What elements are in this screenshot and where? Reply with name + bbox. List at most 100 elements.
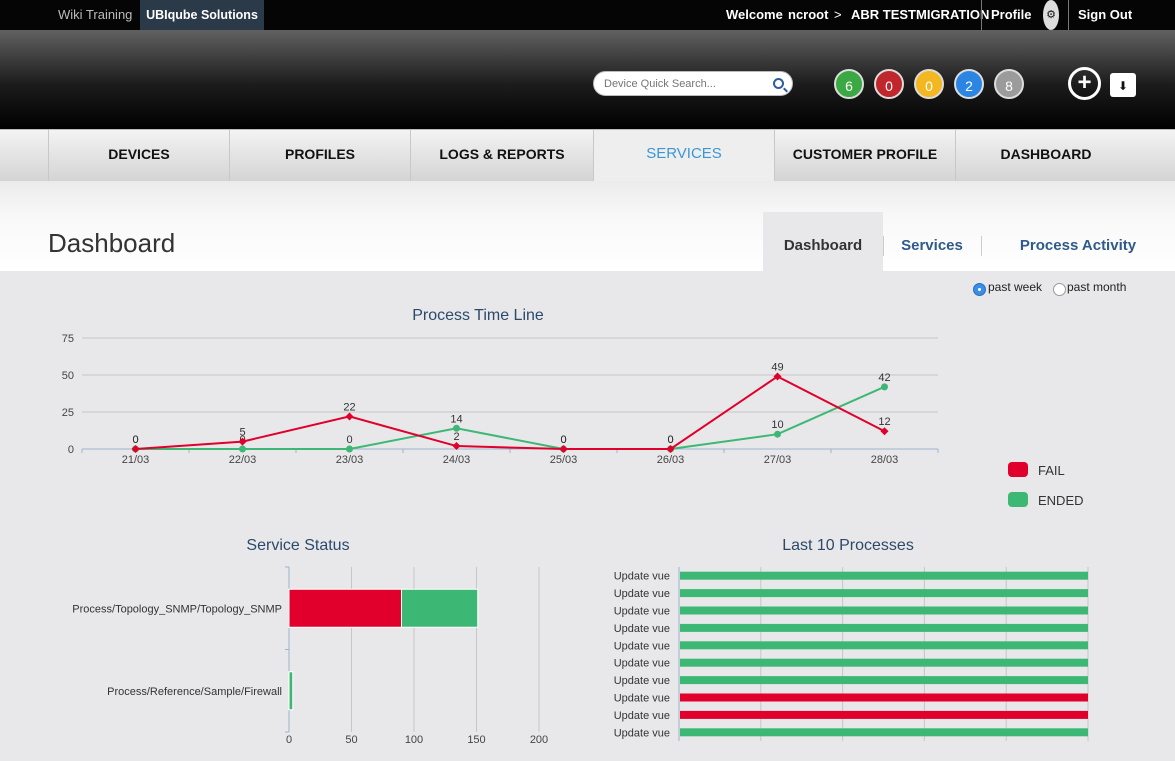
data-point-ended[interactable] (881, 383, 888, 391)
notification-badge[interactable]: 6 (834, 69, 864, 99)
process-bar-ended[interactable] (680, 641, 1088, 650)
data-label: 12 (878, 416, 890, 428)
chart-title-service-status: Service Status (246, 537, 350, 554)
x-tick-label: 27/03 (764, 454, 792, 466)
search-icon[interactable] (773, 78, 784, 89)
legend-label-ended: ENDED (1038, 493, 1084, 508)
data-label: 0 (667, 434, 673, 446)
notification-badge[interactable]: 0 (874, 69, 904, 99)
nav-item-services[interactable]: SERVICES (593, 130, 774, 186)
x-tick-label: 50 (345, 734, 357, 746)
data-point-fail[interactable] (880, 427, 889, 436)
data-point-fail[interactable] (559, 445, 568, 453)
x-tick-label: 25/03 (550, 454, 578, 466)
process-label: Update vue (614, 693, 670, 705)
process-bar-ended[interactable] (680, 571, 1088, 580)
process-label: Update vue (614, 640, 670, 652)
nav-item-devices[interactable]: DEVICES (48, 130, 229, 182)
data-label: 42 (878, 372, 890, 384)
gear-icon[interactable]: ⚙ (1043, 0, 1059, 30)
y-tick-label: 75 (62, 333, 74, 345)
process-bar-fail[interactable] (680, 693, 1088, 702)
divider (981, 0, 982, 30)
bar-ended[interactable] (288, 671, 294, 711)
radio-past-week[interactable] (973, 283, 986, 296)
subtab-services[interactable]: Services (883, 212, 981, 272)
x-tick-label: 28/03 (871, 454, 899, 466)
x-tick-label: 22/03 (229, 454, 257, 466)
chart-title-last-processes: Last 10 Processes (782, 537, 914, 554)
data-label: 49 (771, 361, 783, 373)
data-label: 0 (132, 434, 138, 446)
y-tick-label: 25 (62, 407, 74, 419)
folder-download-icon[interactable]: ⬇ (1110, 73, 1136, 97)
notification-badge[interactable]: 2 (954, 69, 984, 99)
nav-item-dashboard[interactable]: DASHBOARD (955, 130, 1136, 182)
radio-past-month-label[interactable]: past month (1067, 280, 1126, 294)
divider (1068, 0, 1069, 30)
tab-organization[interactable]: UBIqube Solutions (140, 0, 264, 30)
process-bar-ended[interactable] (680, 728, 1088, 737)
data-point-ended[interactable] (346, 445, 353, 453)
process-label: Update vue (614, 606, 670, 618)
data-point-fail[interactable] (345, 412, 354, 421)
x-tick-label: 21/03 (122, 454, 150, 466)
breadcrumb-separator: > (834, 7, 842, 22)
process-bar-ended[interactable] (680, 606, 1088, 615)
category-label: Process/Topology_SNMP/Topology_SNMP (72, 603, 282, 615)
subtab-process-activity[interactable]: Process Activity (981, 212, 1175, 272)
nav-item-logs-reports[interactable]: LOGS & REPORTS (410, 130, 593, 182)
bar-ended[interactable] (401, 588, 479, 628)
process-bar-fail[interactable] (680, 710, 1088, 719)
device-search[interactable] (593, 71, 793, 96)
process-label: Update vue (614, 571, 670, 583)
x-tick-label: 100 (405, 734, 423, 746)
process-label: Update vue (614, 588, 670, 600)
radio-past-week-label[interactable]: past week (988, 280, 1042, 294)
x-tick-label: 23/03 (336, 454, 364, 466)
user-name[interactable]: ncroot (788, 0, 828, 30)
process-timeline-chart: 025507521/03 22/03 23/03 24/03 25/03 26/03 27/… (62, 333, 939, 466)
tenant-name[interactable]: ABR TESTMIGRATION (851, 0, 989, 30)
last-processes-chart: Update vue Update vue Update vue Update vue… (614, 567, 1089, 741)
service-status-chart: 0 50 100 150 200 Process/Topology_SNMP/Topolo… (72, 566, 548, 746)
add-circle-icon[interactable]: + (1068, 67, 1101, 100)
data-label: 0 (560, 434, 566, 446)
process-bar-ended[interactable] (680, 676, 1088, 685)
notification-badge[interactable]: 8 (994, 69, 1024, 99)
process-label: Update vue (614, 727, 670, 739)
process-bar-ended[interactable] (680, 623, 1088, 632)
process-bar-ended[interactable] (680, 589, 1088, 598)
data-label: 10 (771, 419, 783, 431)
x-tick-label: 200 (530, 734, 548, 746)
radio-past-month[interactable] (1053, 283, 1066, 296)
nav-item-profiles[interactable]: PROFILES (229, 130, 410, 182)
data-label: 2 (453, 431, 459, 443)
data-point-fail[interactable] (131, 445, 140, 453)
process-bar-ended[interactable] (680, 658, 1088, 667)
main-nav: DEVICES PROFILES LOGS & REPORTS SERVICES CUS… (0, 129, 1175, 186)
search-input[interactable] (604, 75, 764, 93)
process-label: Update vue (614, 710, 670, 722)
welcome-label: Welcome (726, 7, 783, 22)
x-tick-label: 26/03 (657, 454, 685, 466)
legend-label-fail: FAIL (1038, 463, 1065, 478)
notification-badge[interactable]: 0 (914, 69, 944, 99)
process-label: Update vue (614, 658, 670, 670)
tab-divider (981, 236, 982, 256)
bar-fail[interactable] (288, 588, 402, 628)
sign-out-link[interactable]: Sign Out (1078, 0, 1132, 30)
x-tick-label: 24/03 (443, 454, 471, 466)
tab-wiki-training[interactable]: Wiki Training (48, 0, 142, 30)
subtab-dashboard[interactable]: Dashboard (763, 212, 883, 272)
data-point-ended[interactable] (239, 445, 246, 453)
tab-divider (883, 236, 884, 256)
data-label: 0 (346, 434, 352, 446)
data-point-ended[interactable] (774, 430, 781, 438)
top-bar: Wiki Training UBIqube Solutions Welcome … (0, 0, 1175, 30)
x-tick-label: 0 (286, 734, 292, 746)
process-label: Update vue (614, 623, 670, 635)
profile-link[interactable]: Profile (991, 0, 1031, 30)
x-tick-label: 150 (467, 734, 485, 746)
nav-item-customer-profile[interactable]: CUSTOMER PROFILE (774, 130, 955, 182)
